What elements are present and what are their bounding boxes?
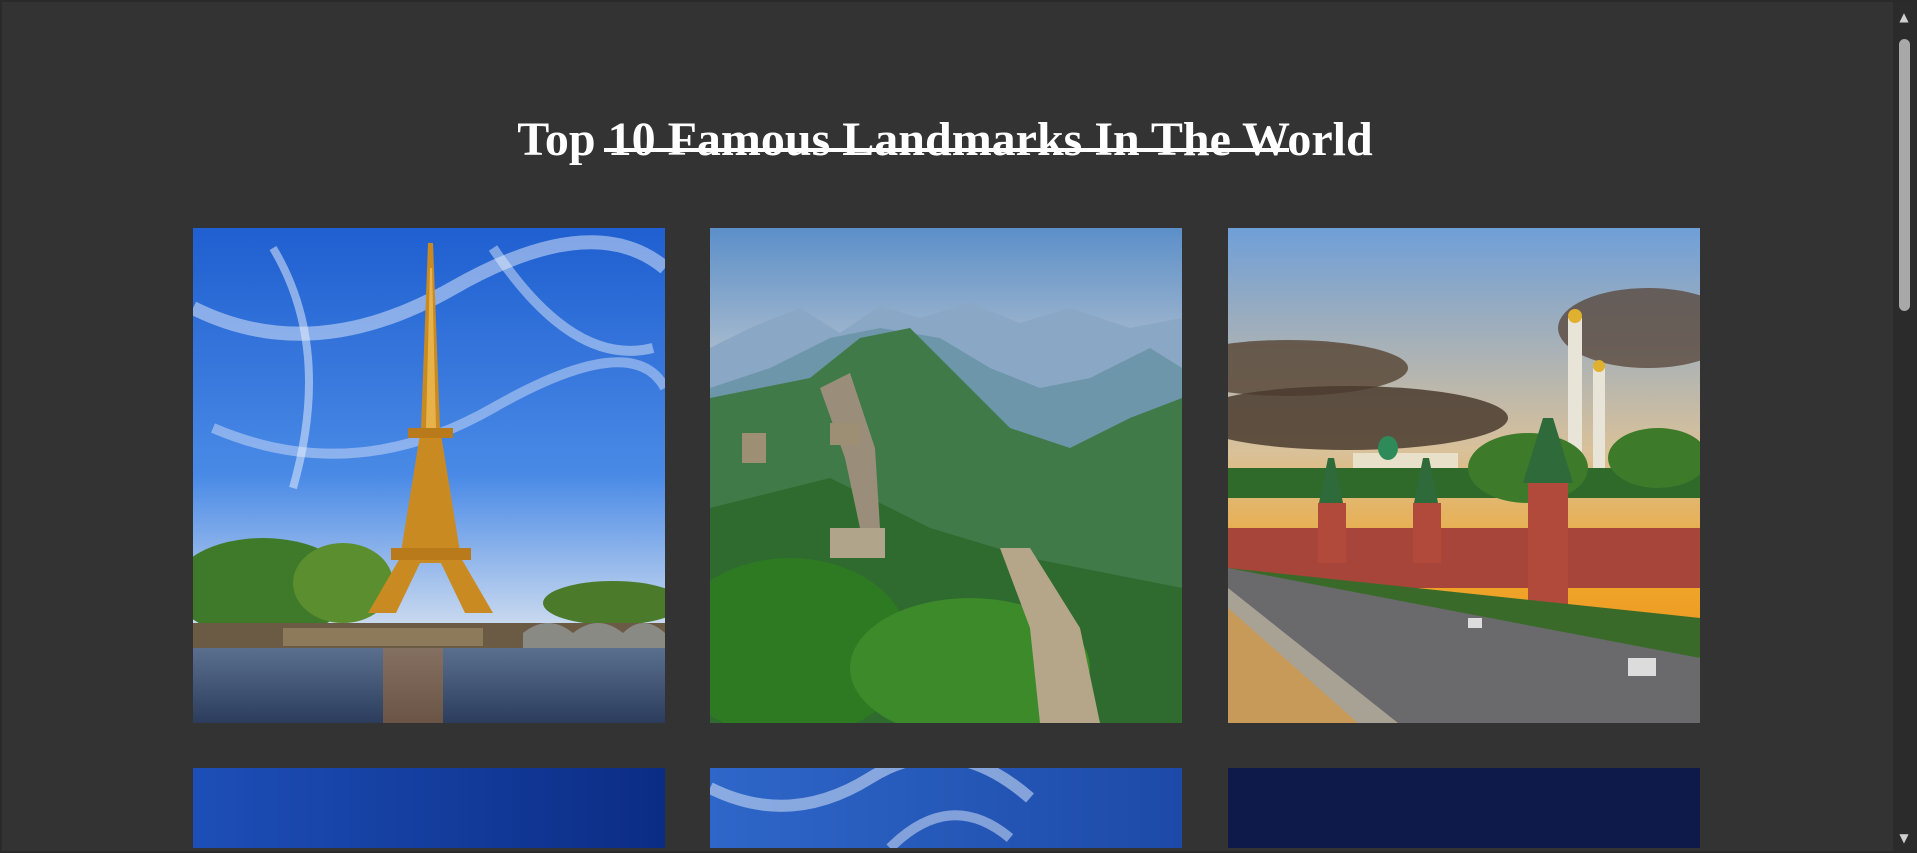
great-wall-image xyxy=(710,228,1182,723)
kremlin-image xyxy=(1228,228,1700,723)
landmark-card-great-wall[interactable] xyxy=(710,228,1182,723)
title-underline xyxy=(604,148,1289,152)
landmark-card-6[interactable] xyxy=(1228,768,1700,848)
scroll-down-arrow-icon[interactable]: ▼ xyxy=(1893,827,1915,849)
scroll-up-arrow-icon[interactable]: ▲ xyxy=(1893,6,1915,28)
landmark-card-4[interactable] xyxy=(193,768,665,848)
landmark-card-5[interactable] xyxy=(710,768,1182,848)
landmark-card-kremlin[interactable] xyxy=(1228,228,1700,723)
night-sky-image xyxy=(1228,768,1700,848)
landmark-card-eiffel-tower[interactable] xyxy=(193,228,665,723)
cloudy-sky-image xyxy=(710,768,1182,848)
eiffel-tower-image xyxy=(193,228,665,723)
blue-sky-image xyxy=(193,768,665,848)
page-title: Top 10 Famous Landmarks In The World xyxy=(517,113,1373,167)
scrollbar-thumb[interactable] xyxy=(1899,39,1910,311)
vertical-scrollbar[interactable]: ▲ ▼ xyxy=(1893,2,1915,851)
